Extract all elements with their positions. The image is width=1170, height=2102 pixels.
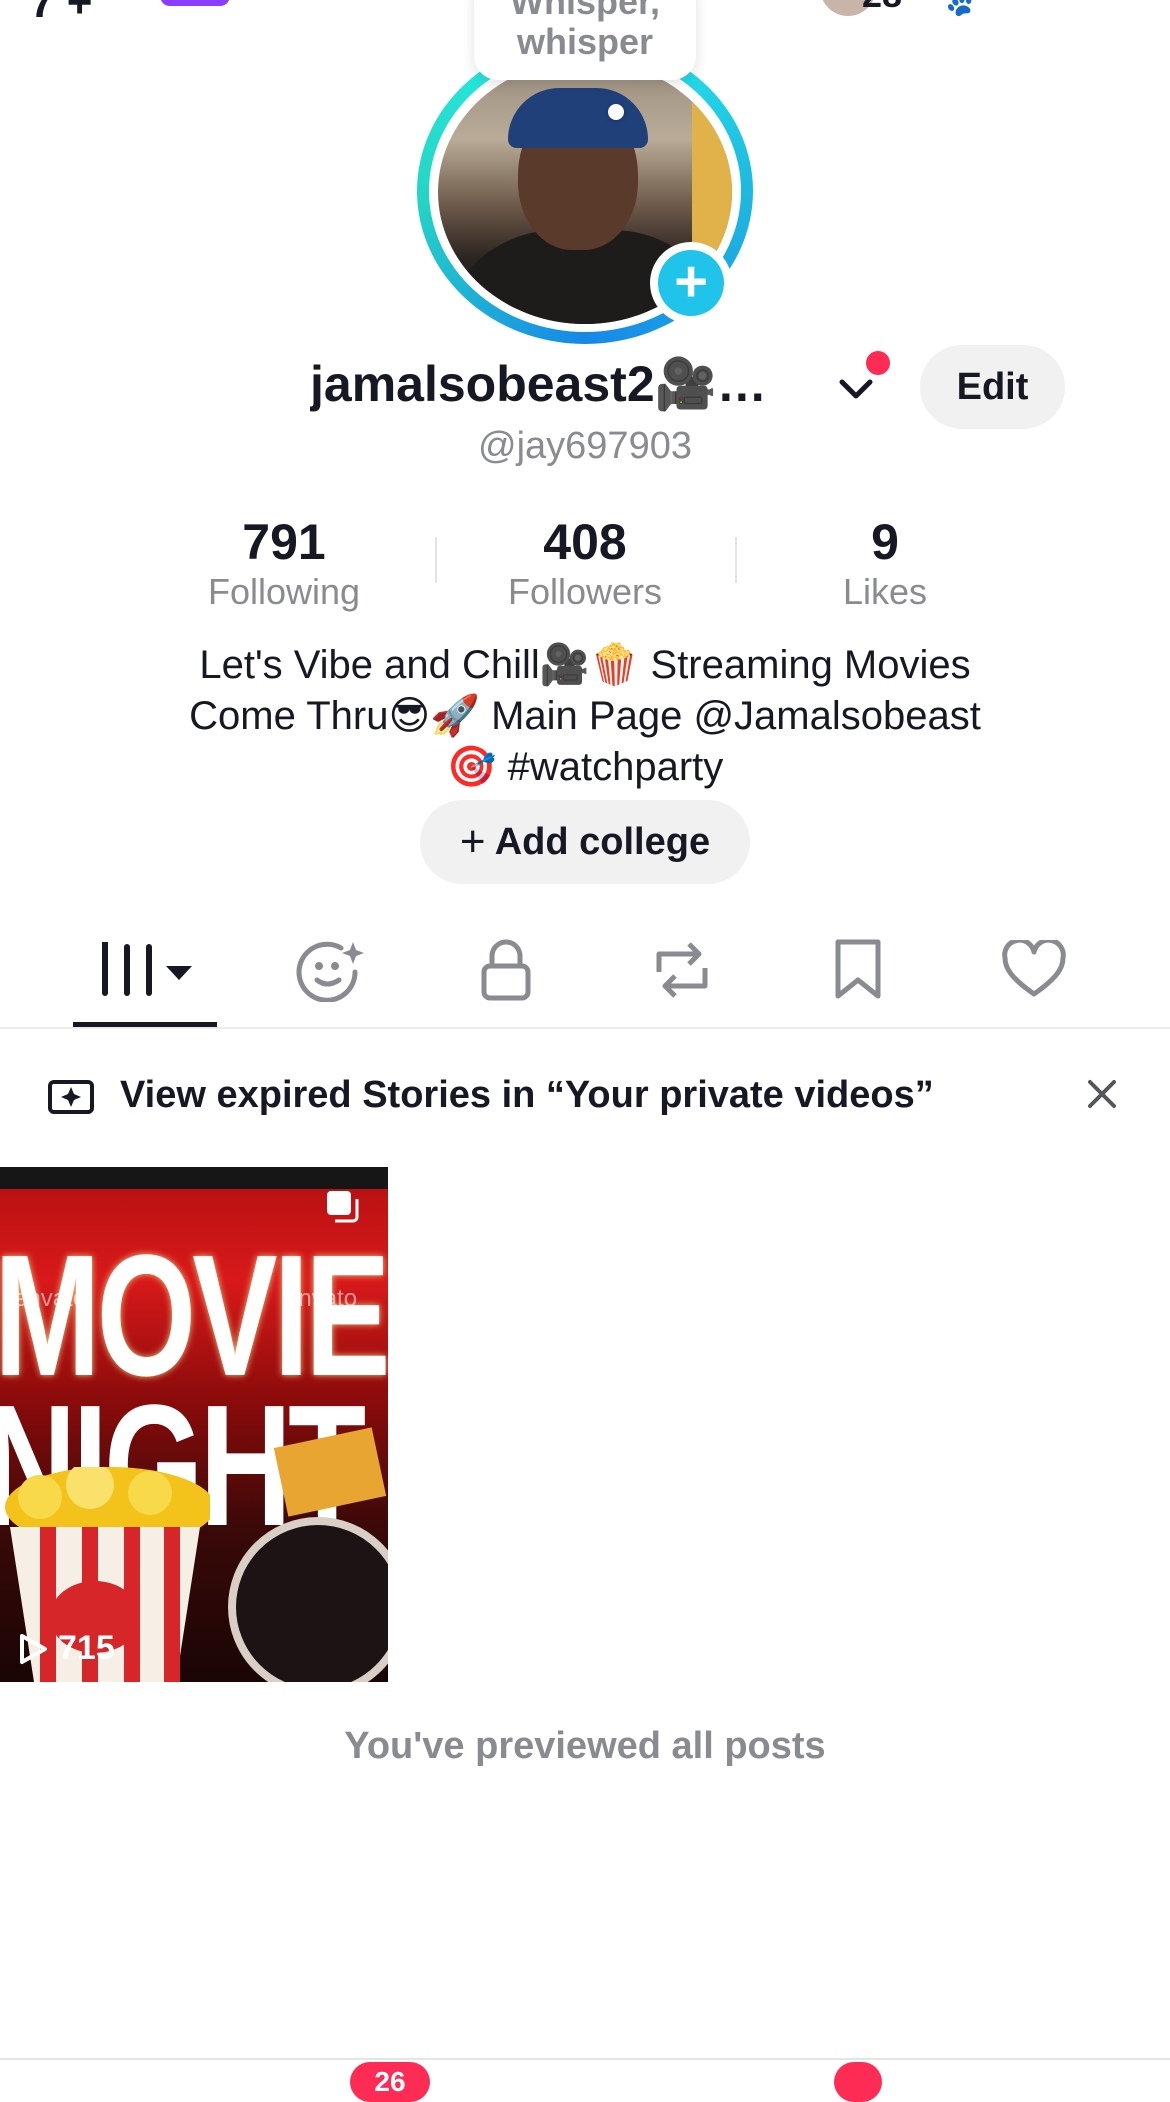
close-icon[interactable] bbox=[1080, 1072, 1124, 1116]
note-bubble[interactable]: Whisper, whisper bbox=[474, 0, 696, 80]
note-bubble-text: Whisper, whisper bbox=[510, 0, 661, 62]
bio: Let's Vibe and Chill🎥🍿 Streaming Movies … bbox=[110, 640, 1060, 793]
add-college-button[interactable]: + Add college bbox=[420, 800, 750, 884]
premium-badge[interactable] bbox=[160, 0, 230, 6]
stat-following[interactable]: 791 Following bbox=[159, 512, 409, 612]
stat-value: 9 bbox=[871, 514, 899, 570]
play-icon bbox=[20, 1633, 47, 1664]
view-count-value: 715 bbox=[58, 1629, 115, 1667]
plus-icon: + bbox=[459, 817, 486, 866]
tab-private[interactable] bbox=[451, 935, 561, 1005]
tab-liked[interactable] bbox=[979, 935, 1089, 1005]
add-story-button[interactable]: + bbox=[650, 242, 732, 324]
stat-value: 408 bbox=[543, 514, 627, 570]
bio-line: 🎯 #watchparty bbox=[446, 745, 724, 789]
bio-line: Let's Vibe and Chill🎥🍿 Streaming Movies bbox=[199, 643, 971, 687]
edit-profile-button[interactable]: Edit bbox=[920, 345, 1065, 429]
stat-followers[interactable]: 408 Followers bbox=[460, 512, 710, 612]
stat-label: Followers bbox=[507, 571, 663, 612]
repost-icon bbox=[656, 942, 708, 998]
display-name: jamalsobeast2🎥… bbox=[310, 356, 767, 412]
chevron-down-icon[interactable] bbox=[836, 368, 876, 408]
stat-label: Likes bbox=[842, 571, 928, 612]
expired-stories-banner[interactable]: View expired Stories in “Your private vi… bbox=[120, 1074, 934, 1117]
grid-icon bbox=[102, 942, 192, 996]
paw-icon[interactable]: 🐾 bbox=[925, 0, 975, 19]
multi-post-icon bbox=[327, 1191, 359, 1223]
heart-icon bbox=[1002, 940, 1066, 997]
stat-value: 791 bbox=[242, 514, 326, 570]
bottom-nav-divider bbox=[0, 2058, 1170, 2060]
view-count: 715 bbox=[18, 1629, 115, 1668]
bookmark-icon bbox=[835, 939, 881, 999]
inbox-badge bbox=[834, 2062, 882, 2102]
watermark: envato bbox=[14, 1285, 87, 1312]
lock-icon bbox=[481, 939, 531, 1001]
notification-dot bbox=[866, 351, 890, 375]
tab-videos[interactable] bbox=[90, 935, 200, 1005]
tab-reposts[interactable] bbox=[627, 935, 737, 1005]
stat-divider bbox=[435, 537, 437, 583]
face-sparkle-icon bbox=[296, 941, 364, 1002]
stat-divider bbox=[735, 537, 737, 583]
username-handle: @jay697903 bbox=[478, 425, 692, 467]
friends-badge: 26 bbox=[350, 2062, 430, 2102]
friends-count: 28 bbox=[862, 0, 902, 16]
stat-likes[interactable]: 9 Likes bbox=[760, 512, 1010, 612]
top-left-icons: 7 + bbox=[30, 0, 93, 27]
watermark: envato bbox=[285, 1285, 358, 1312]
note-bubble-tail bbox=[608, 104, 624, 120]
story-plus-icon bbox=[48, 1080, 94, 1114]
film-strip bbox=[0, 1167, 388, 1189]
add-college-label: Add college bbox=[494, 821, 711, 863]
end-of-posts-message: You've previewed all posts bbox=[344, 1725, 826, 1767]
tab-stories[interactable] bbox=[275, 935, 385, 1005]
bio-line: Come Thru😎🚀 Main Page @Jamalsobeast bbox=[189, 694, 981, 738]
plus-icon: + bbox=[658, 250, 724, 316]
tab-favorites[interactable] bbox=[803, 935, 913, 1005]
video-thumbnail[interactable]: MOVIE NIGHT envato envato 715 bbox=[0, 1167, 388, 1682]
stat-label: Following bbox=[207, 571, 361, 612]
tabs-divider bbox=[0, 1027, 1170, 1029]
